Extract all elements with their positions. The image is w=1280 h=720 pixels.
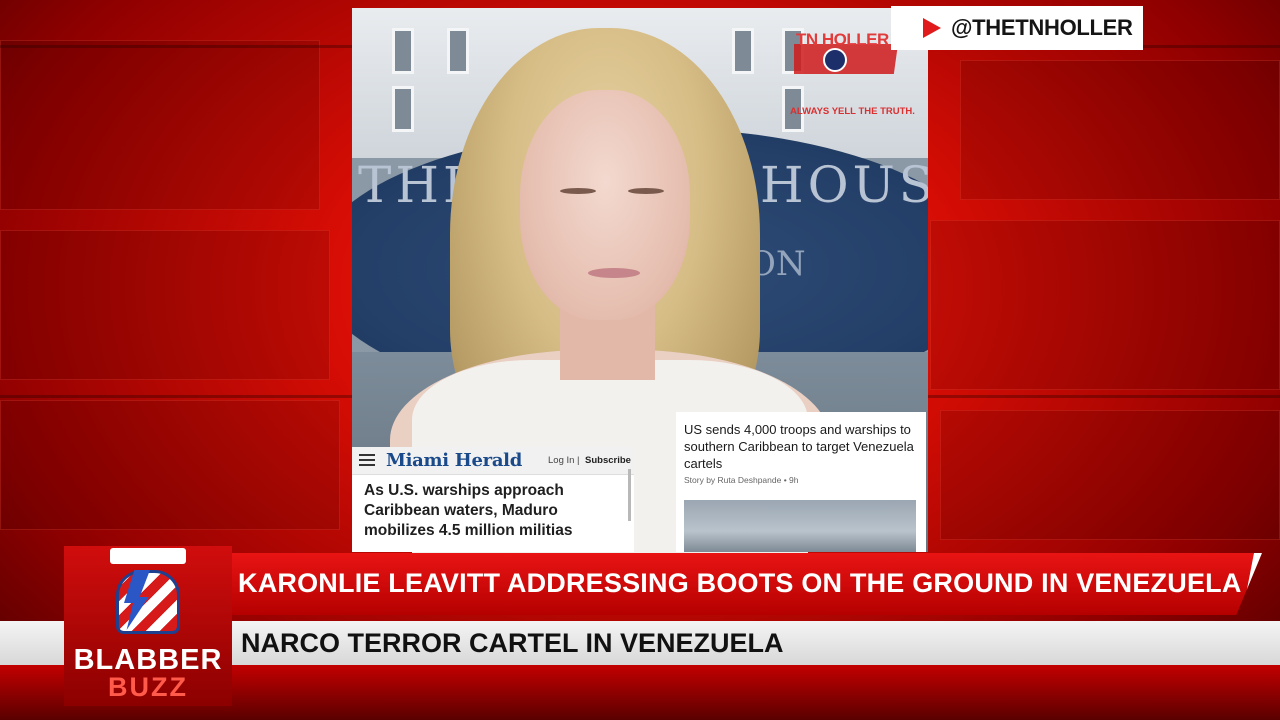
- subscribe-link[interactable]: Subscribe: [585, 455, 631, 466]
- speaker-eye-left: [560, 188, 596, 194]
- watermark-tagline: ALWAYS YELL THE TRUTH.: [790, 106, 915, 117]
- t-crossbar: [110, 548, 186, 564]
- play-icon: [923, 18, 941, 38]
- background-panel: [940, 410, 1280, 540]
- liberty-bell-icon: [98, 548, 198, 644]
- speaker-mouth: [588, 268, 640, 278]
- background-panel: [0, 40, 320, 210]
- speaker-eye-right: [628, 188, 664, 194]
- seal-text-right: HOUS: [760, 156, 928, 214]
- scrollbar[interactable]: [628, 469, 631, 521]
- background-panel: [0, 230, 330, 380]
- login-link[interactable]: Log In |: [548, 455, 580, 466]
- article-headline[interactable]: As U.S. warships approach Caribbean wate…: [364, 481, 604, 541]
- background-panel: [0, 400, 340, 530]
- article-header-bar: Miami Herald Log In | Subscribe: [352, 447, 634, 475]
- tn-holler-logo: TN HOLLER ALWAYS YELL THE TRUTH.: [790, 30, 915, 117]
- article-thumbnail: [684, 500, 916, 552]
- headline-text: KARONLIE LEAVITT ADDRESSING BOOTS ON THE…: [238, 568, 1242, 598]
- article-card-miami-herald[interactable]: Miami Herald Log In | Subscribe As U.S. …: [352, 447, 634, 552]
- background-panel: [960, 60, 1280, 200]
- article-card-us-troops[interactable]: US sends 4,000 troops and warships to so…: [676, 412, 926, 552]
- headline-bar: KARONLIE LEAVITT ADDRESSING BOOTS ON THE…: [232, 553, 1262, 615]
- channel-handle: @THETNHOLLER: [951, 15, 1133, 40]
- watermark-name: TN HOLLER: [796, 30, 889, 49]
- window-graphic: [392, 86, 414, 132]
- hamburger-menu-icon: [359, 454, 375, 466]
- article-headline[interactable]: US sends 4,000 troops and warships to so…: [684, 421, 920, 472]
- window-graphic: [732, 28, 754, 74]
- window-graphic: [447, 28, 469, 74]
- background-panel: [930, 220, 1280, 390]
- window-graphic: [392, 28, 414, 74]
- article-byline: Story by Ruta Deshpande • 9h: [684, 475, 799, 485]
- brand-line2: BUZZ: [108, 672, 188, 702]
- tennessee-stars-icon: [823, 48, 847, 72]
- newspaper-logo: Miami Herald: [386, 450, 523, 471]
- channel-handle-badge[interactable]: @THETNHOLLER: [891, 6, 1143, 50]
- subheadline-text: NARCO TERROR CARTEL IN VENEZUELA: [241, 628, 784, 658]
- blabber-buzz-logo: BLABBER BUZZ: [64, 546, 232, 706]
- speaker-face: [520, 90, 690, 320]
